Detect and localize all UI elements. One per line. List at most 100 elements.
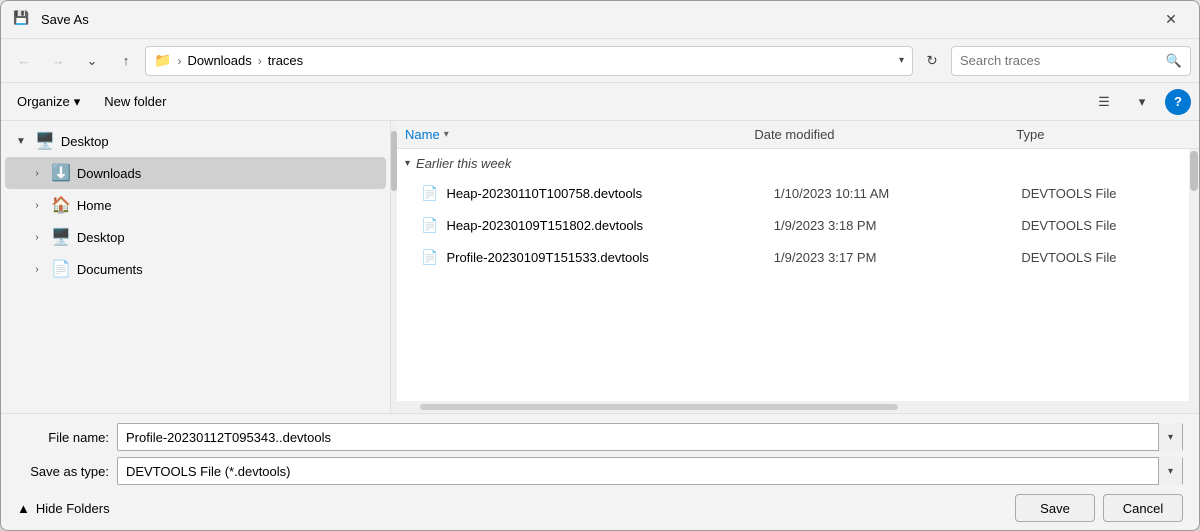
home-chevron: ›: [29, 197, 45, 213]
up-button[interactable]: ↑: [111, 46, 141, 76]
filename-dropdown-button[interactable]: ▾: [1158, 423, 1182, 451]
sidebar-item-home[interactable]: › 🏠 Home: [5, 189, 386, 221]
col-type-header[interactable]: Type: [1016, 127, 1191, 142]
help-button[interactable]: ?: [1165, 89, 1191, 115]
toolbar: Organize ▾ New folder ☰ ▾ ?: [1, 83, 1199, 121]
downloads-chevron: ›: [29, 165, 45, 181]
organize-button[interactable]: Organize ▾: [9, 88, 88, 116]
address-dropdown-arrow[interactable]: ▾: [899, 55, 904, 66]
col-date-label: Date modified: [754, 127, 834, 142]
desktop2-icon: 🖥️: [51, 227, 71, 247]
hide-folders-button[interactable]: ▲ Hide Folders: [17, 501, 110, 516]
home-icon: 🏠: [51, 195, 71, 215]
desktop-label: Desktop: [61, 134, 109, 149]
nav-bar: ← → ⌄ ↑ 📁 › Downloads › traces ▾ ↻ 🔍: [1, 39, 1199, 83]
desktop-icon: 🖥️: [35, 131, 55, 151]
desktop2-chevron: ›: [29, 229, 45, 245]
file-list-scrollbar: [1189, 149, 1199, 401]
col-type-label: Type: [1016, 127, 1044, 142]
new-folder-label: New folder: [104, 94, 166, 109]
file-icon-1: 📄: [421, 185, 438, 202]
file-area: Name ▾ Date modified Type ▾ Earlier this…: [397, 121, 1199, 413]
file-list: ▾ Earlier this week 📄 Heap-20230110T1007…: [397, 149, 1189, 401]
filetype-input-wrapper: DEVTOOLS File (*.devtools) ▾: [117, 457, 1183, 485]
dialog-title: Save As: [41, 12, 89, 27]
file-date-3: 1/9/2023 3:17 PM: [774, 250, 1014, 265]
file-date-1: 1/10/2023 10:11 AM: [774, 186, 1014, 201]
documents-icon: 📄: [51, 259, 71, 279]
title-bar: 💾 Save As ✕: [1, 1, 1199, 39]
address-separator-1: ›: [177, 54, 181, 68]
documents-chevron: ›: [29, 261, 45, 277]
footer-buttons: Save Cancel: [1015, 494, 1183, 522]
footer-bar: ▲ Hide Folders Save Cancel: [17, 494, 1183, 522]
horizontal-scrollbar-area: [397, 401, 1199, 413]
organize-label: Organize: [17, 94, 70, 109]
col-name-label: Name: [405, 127, 440, 142]
forward-button[interactable]: →: [43, 46, 73, 76]
search-box: 🔍: [951, 46, 1191, 76]
filename-row: File name: Profile-20230112T095343..devt…: [17, 422, 1183, 452]
sidebar-item-documents[interactable]: › 📄 Documents: [5, 253, 386, 285]
sidebar-item-desktop[interactable]: ▼ 🖥️ Desktop: [5, 125, 386, 157]
view-button[interactable]: ☰: [1089, 88, 1119, 116]
title-bar-left: 💾 Save As: [13, 10, 89, 30]
sidebar: ▼ 🖥️ Desktop › ⬇️ Downloads › 🏠 Home › 🖥…: [1, 121, 391, 413]
view-dropdown-button[interactable]: ▾: [1127, 88, 1157, 116]
col-name-header[interactable]: Name ▾: [405, 127, 754, 142]
file-group-earlier: ▾ Earlier this week: [397, 149, 1189, 177]
sort-icon: ▾: [444, 129, 449, 140]
filetype-value: DEVTOOLS File (*.devtools): [126, 464, 290, 479]
file-name-1: Heap-20230110T100758.devtools: [446, 186, 765, 201]
file-header: Name ▾ Date modified Type: [397, 121, 1199, 149]
horizontal-scrollbar-thumb[interactable]: [420, 404, 898, 410]
sidebar-item-downloads[interactable]: › ⬇️ Downloads: [5, 157, 386, 189]
back-button[interactable]: ←: [9, 46, 39, 76]
col-date-header[interactable]: Date modified: [754, 127, 1016, 142]
hide-folders-label: Hide Folders: [36, 501, 110, 516]
file-name-3: Profile-20230109T151533.devtools: [446, 250, 765, 265]
file-name-2: Heap-20230109T151802.devtools: [446, 218, 765, 233]
dialog-icon: 💾: [13, 10, 33, 30]
hide-folders-chevron: ▲: [17, 501, 30, 516]
address-bar[interactable]: 📁 › Downloads › traces ▾: [145, 46, 913, 76]
group-label: Earlier this week: [416, 156, 511, 171]
file-row-2[interactable]: 📄 Heap-20230109T151802.devtools 1/9/2023…: [397, 209, 1189, 241]
save-button[interactable]: Save: [1015, 494, 1095, 522]
sidebar-item-desktop2[interactable]: › 🖥️ Desktop: [5, 221, 386, 253]
desktop-chevron: ▼: [13, 133, 29, 149]
file-scrollbar-thumb[interactable]: [1190, 151, 1198, 191]
address-downloads: Downloads: [187, 53, 251, 68]
file-type-2: DEVTOOLS File: [1021, 218, 1181, 233]
organize-arrow: ▾: [74, 94, 81, 110]
file-icon-2: 📄: [421, 217, 438, 234]
filename-label: File name:: [17, 430, 117, 445]
file-row-3[interactable]: 📄 Profile-20230109T151533.devtools 1/9/2…: [397, 241, 1189, 273]
downloads-icon: ⬇️: [51, 163, 71, 183]
save-as-dialog: 💾 Save As ✕ ← → ⌄ ↑ 📁 › Downloads › trac…: [0, 0, 1200, 531]
filetype-row: Save as type: DEVTOOLS File (*.devtools)…: [17, 456, 1183, 486]
search-icon: 🔍: [1166, 53, 1182, 69]
refresh-button[interactable]: ↻: [917, 46, 947, 76]
close-button[interactable]: ✕: [1155, 4, 1187, 36]
group-collapse-icon[interactable]: ▾: [405, 158, 410, 169]
address-folder-icon: 📁: [154, 52, 171, 69]
file-type-1: DEVTOOLS File: [1021, 186, 1181, 201]
recent-locations-button[interactable]: ⌄: [77, 46, 107, 76]
new-folder-button[interactable]: New folder: [96, 88, 174, 116]
documents-label: Documents: [77, 262, 143, 277]
cancel-button[interactable]: Cancel: [1103, 494, 1183, 522]
downloads-label: Downloads: [77, 166, 141, 181]
filetype-dropdown-button[interactable]: ▾: [1158, 457, 1182, 485]
bottom-section: File name: Profile-20230112T095343..devt…: [1, 413, 1199, 530]
filetype-label: Save as type:: [17, 464, 117, 479]
file-row-1[interactable]: 📄 Heap-20230110T100758.devtools 1/10/202…: [397, 177, 1189, 209]
home-label: Home: [77, 198, 112, 213]
file-date-2: 1/9/2023 3:18 PM: [774, 218, 1014, 233]
filename-value: Profile-20230112T095343..devtools: [126, 430, 331, 445]
file-type-3: DEVTOOLS File: [1021, 250, 1181, 265]
search-input[interactable]: [960, 53, 1160, 68]
desktop2-label: Desktop: [77, 230, 125, 245]
main-content: ▼ 🖥️ Desktop › ⬇️ Downloads › 🏠 Home › 🖥…: [1, 121, 1199, 413]
filename-input-wrapper: Profile-20230112T095343..devtools ▾: [117, 423, 1183, 451]
